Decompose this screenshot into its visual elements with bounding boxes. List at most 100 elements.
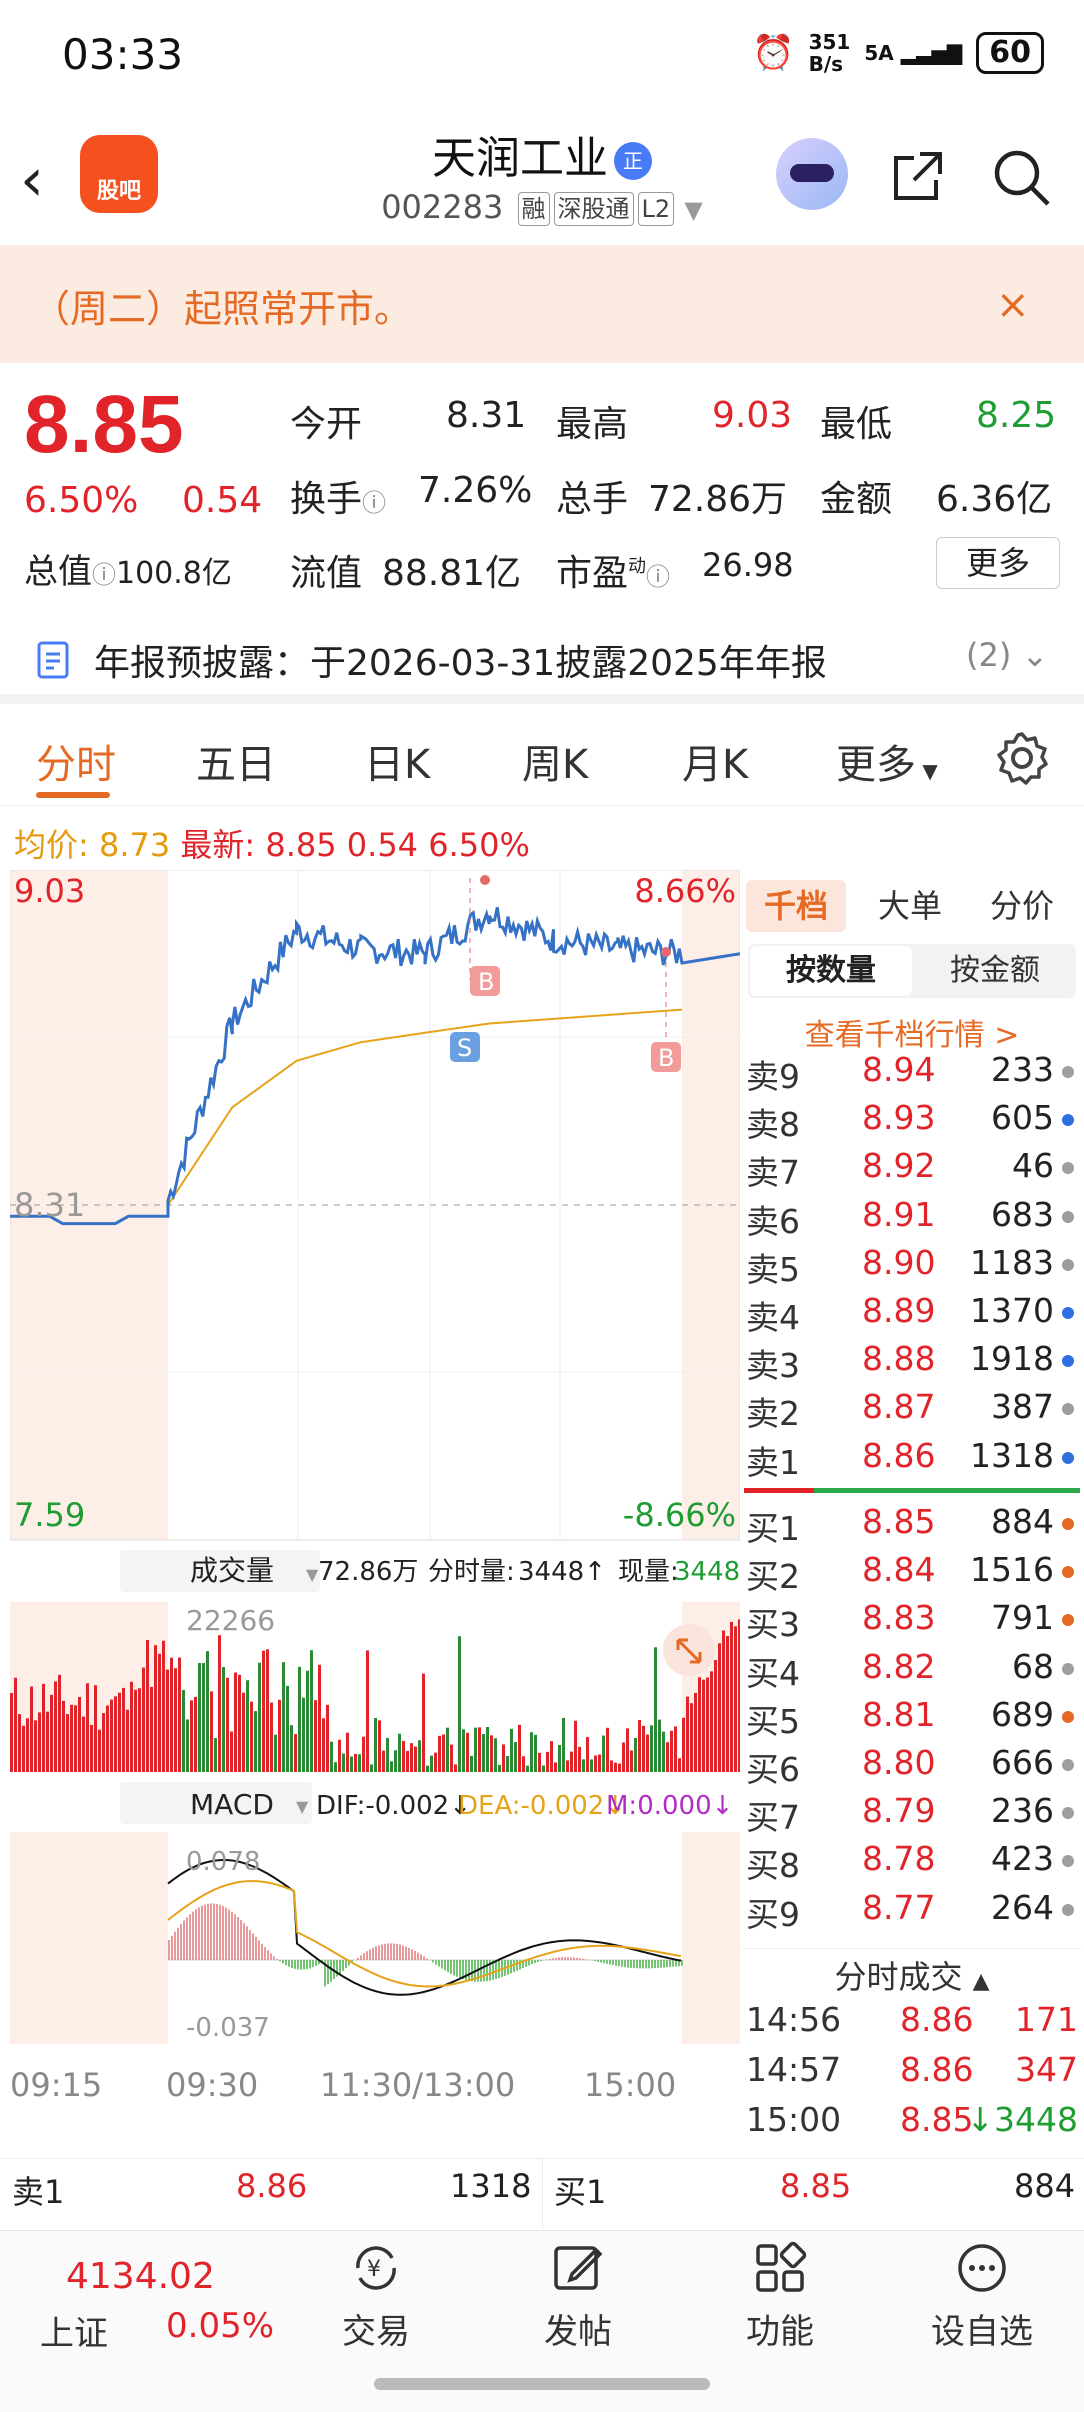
status-time: 03:33 bbox=[62, 30, 184, 79]
volume-bar bbox=[358, 1754, 361, 1772]
macd-bar bbox=[615, 1960, 617, 1966]
intraday-chart[interactable]: B S B 9.03 8.31 7.59 8.66% -8.66% 成交量 ▼ … bbox=[10, 870, 740, 2155]
pct-top-label: 8.66% bbox=[634, 872, 736, 910]
volume-bar bbox=[18, 1714, 21, 1772]
tab-intraday[interactable]: 分时 bbox=[36, 732, 116, 790]
ask-volume: 46 bbox=[1012, 1146, 1054, 1186]
ask-row[interactable]: 卖1 8.86 1318 bbox=[742, 1436, 1082, 1484]
macd-bar bbox=[246, 1926, 248, 1960]
volume-bar bbox=[210, 1691, 213, 1772]
volume-bar bbox=[602, 1735, 605, 1772]
volume-bar bbox=[438, 1735, 441, 1772]
tab-by-quantity[interactable]: 按数量 bbox=[750, 946, 912, 996]
add-watchlist-button[interactable]: 设自选 bbox=[902, 2240, 1062, 2353]
search-icon[interactable] bbox=[990, 146, 1052, 208]
annual-report-count: (2) ⌄ bbox=[966, 636, 1049, 674]
bid-row[interactable]: 买6 8.80 666 bbox=[742, 1743, 1082, 1791]
volume-bar bbox=[614, 1762, 617, 1772]
tab-big-order[interactable]: 大单 bbox=[878, 880, 942, 932]
volume-bar bbox=[430, 1755, 433, 1772]
tab-five-day[interactable]: 五日 bbox=[196, 732, 276, 790]
volume-bar bbox=[670, 1730, 673, 1772]
ask-price: 8.92 bbox=[862, 1146, 936, 1186]
open-label: 今开 bbox=[290, 404, 363, 445]
volume-now: 3448 bbox=[674, 1557, 740, 1587]
bottom-buy-vol: 884 bbox=[1014, 2167, 1076, 2205]
bid-row[interactable]: 买2 8.84 1516 bbox=[742, 1550, 1082, 1598]
ask-row[interactable]: 卖6 8.91 683 bbox=[742, 1195, 1082, 1243]
trade-price: 8.85 bbox=[900, 2100, 974, 2139]
volume-bar bbox=[594, 1755, 597, 1772]
amount-label: 金额 bbox=[820, 479, 893, 520]
bid-row[interactable]: 买3 8.83 791 bbox=[742, 1598, 1082, 1646]
macd-bar bbox=[357, 1957, 359, 1960]
macd-bar bbox=[618, 1960, 620, 1967]
share-icon[interactable] bbox=[890, 148, 946, 204]
volume-bar bbox=[518, 1724, 521, 1772]
bid-row[interactable]: 买7 8.79 236 bbox=[742, 1791, 1082, 1839]
tab-daily-k[interactable]: 日K bbox=[364, 732, 430, 790]
volume-bar bbox=[34, 1720, 37, 1772]
low-value: 8.25 bbox=[976, 395, 1057, 436]
volume-bar bbox=[394, 1750, 397, 1772]
info-icon[interactable]: ⓘ bbox=[646, 563, 670, 591]
trade-button[interactable]: ¥ 交易 bbox=[296, 2240, 456, 2353]
macd-bar bbox=[657, 1960, 659, 1968]
macd-bar bbox=[249, 1929, 251, 1960]
tab-by-amount[interactable]: 按金额 bbox=[916, 946, 1074, 996]
ask-row[interactable]: 卖7 8.92 46 bbox=[742, 1146, 1082, 1194]
bid-row[interactable]: 买1 8.85 884 bbox=[742, 1502, 1082, 1550]
tab-more[interactable]: 更多 ▼ bbox=[836, 732, 938, 790]
trade-time: 14:56 bbox=[746, 2000, 842, 2039]
tab-weekly-k[interactable]: 周K bbox=[522, 732, 588, 790]
ask-row[interactable]: 卖3 8.88 1918 bbox=[742, 1339, 1082, 1387]
macd-bar bbox=[261, 1943, 263, 1960]
turnover-value: 7.26% bbox=[418, 470, 533, 511]
bid-price: 8.82 bbox=[862, 1646, 936, 1686]
macd-bar bbox=[459, 1960, 461, 1979]
macd-bar bbox=[426, 1958, 428, 1960]
bid-row[interactable]: 买8 8.78 423 bbox=[742, 1839, 1082, 1887]
macd-bar bbox=[312, 1960, 314, 1968]
trades-title[interactable]: 分时成交 ▲ bbox=[742, 1952, 1082, 1998]
volume-bar bbox=[402, 1740, 405, 1772]
volume-bar bbox=[186, 1719, 189, 1772]
volume-bar bbox=[490, 1735, 493, 1772]
volume-bar bbox=[506, 1756, 509, 1772]
index-value[interactable]: 4134.02 bbox=[66, 2256, 215, 2297]
bid-row[interactable]: 买9 8.77 264 bbox=[742, 1888, 1082, 1936]
macd-bar bbox=[291, 1960, 293, 1968]
order-book-panel: 千档 大单 分价 按数量 按金额 查看千档行情 > 卖9 8.94 233 卖8 8.9… bbox=[742, 870, 1084, 2155]
macd-bar bbox=[264, 1947, 266, 1960]
macd-bar bbox=[447, 1960, 449, 1973]
gear-icon[interactable] bbox=[994, 730, 1050, 786]
bid-label: 买8 bbox=[746, 1846, 800, 1886]
ask-price: 8.94 bbox=[862, 1050, 936, 1089]
macd-bar bbox=[531, 1960, 533, 1965]
ask-row[interactable]: 卖9 8.94 233 bbox=[742, 1050, 1082, 1098]
volume-bar bbox=[474, 1727, 477, 1772]
post-button[interactable]: 发帖 bbox=[498, 2240, 658, 2353]
order-book-tabs: 千档 大单 分价 bbox=[742, 880, 1082, 932]
tab-monthly-k[interactable]: 月K bbox=[682, 732, 748, 790]
macd-bar bbox=[654, 1960, 656, 1969]
close-icon[interactable]: × bbox=[996, 282, 1030, 328]
more-button[interactable]: 更多 bbox=[936, 537, 1060, 589]
tab-thousand-level[interactable]: 千档 bbox=[746, 880, 846, 932]
info-icon[interactable]: ⓘ bbox=[92, 561, 116, 589]
ask-row[interactable]: 卖5 8.90 1183 bbox=[742, 1243, 1082, 1291]
ask-row[interactable]: 卖8 8.93 605 bbox=[742, 1098, 1082, 1146]
functions-button[interactable]: 功能 bbox=[700, 2240, 860, 2353]
bid-row[interactable]: 买4 8.82 68 bbox=[742, 1647, 1082, 1695]
bid-row[interactable]: 买5 8.81 689 bbox=[742, 1695, 1082, 1743]
ask-row[interactable]: 卖4 8.89 1370 bbox=[742, 1291, 1082, 1339]
info-icon[interactable]: ⓘ bbox=[362, 489, 386, 517]
view-thousand-link[interactable]: 查看千档行情 > bbox=[742, 1010, 1082, 1054]
home-indicator[interactable] bbox=[374, 2378, 710, 2390]
volume-bar bbox=[574, 1720, 577, 1772]
ask-row[interactable]: 卖2 8.87 387 bbox=[742, 1387, 1082, 1435]
ai-assistant-icon[interactable] bbox=[776, 138, 848, 210]
tab-price-dist[interactable]: 分价 bbox=[990, 880, 1054, 932]
ask-label: 卖9 bbox=[746, 1057, 800, 1096]
macd-bar bbox=[231, 1911, 233, 1960]
